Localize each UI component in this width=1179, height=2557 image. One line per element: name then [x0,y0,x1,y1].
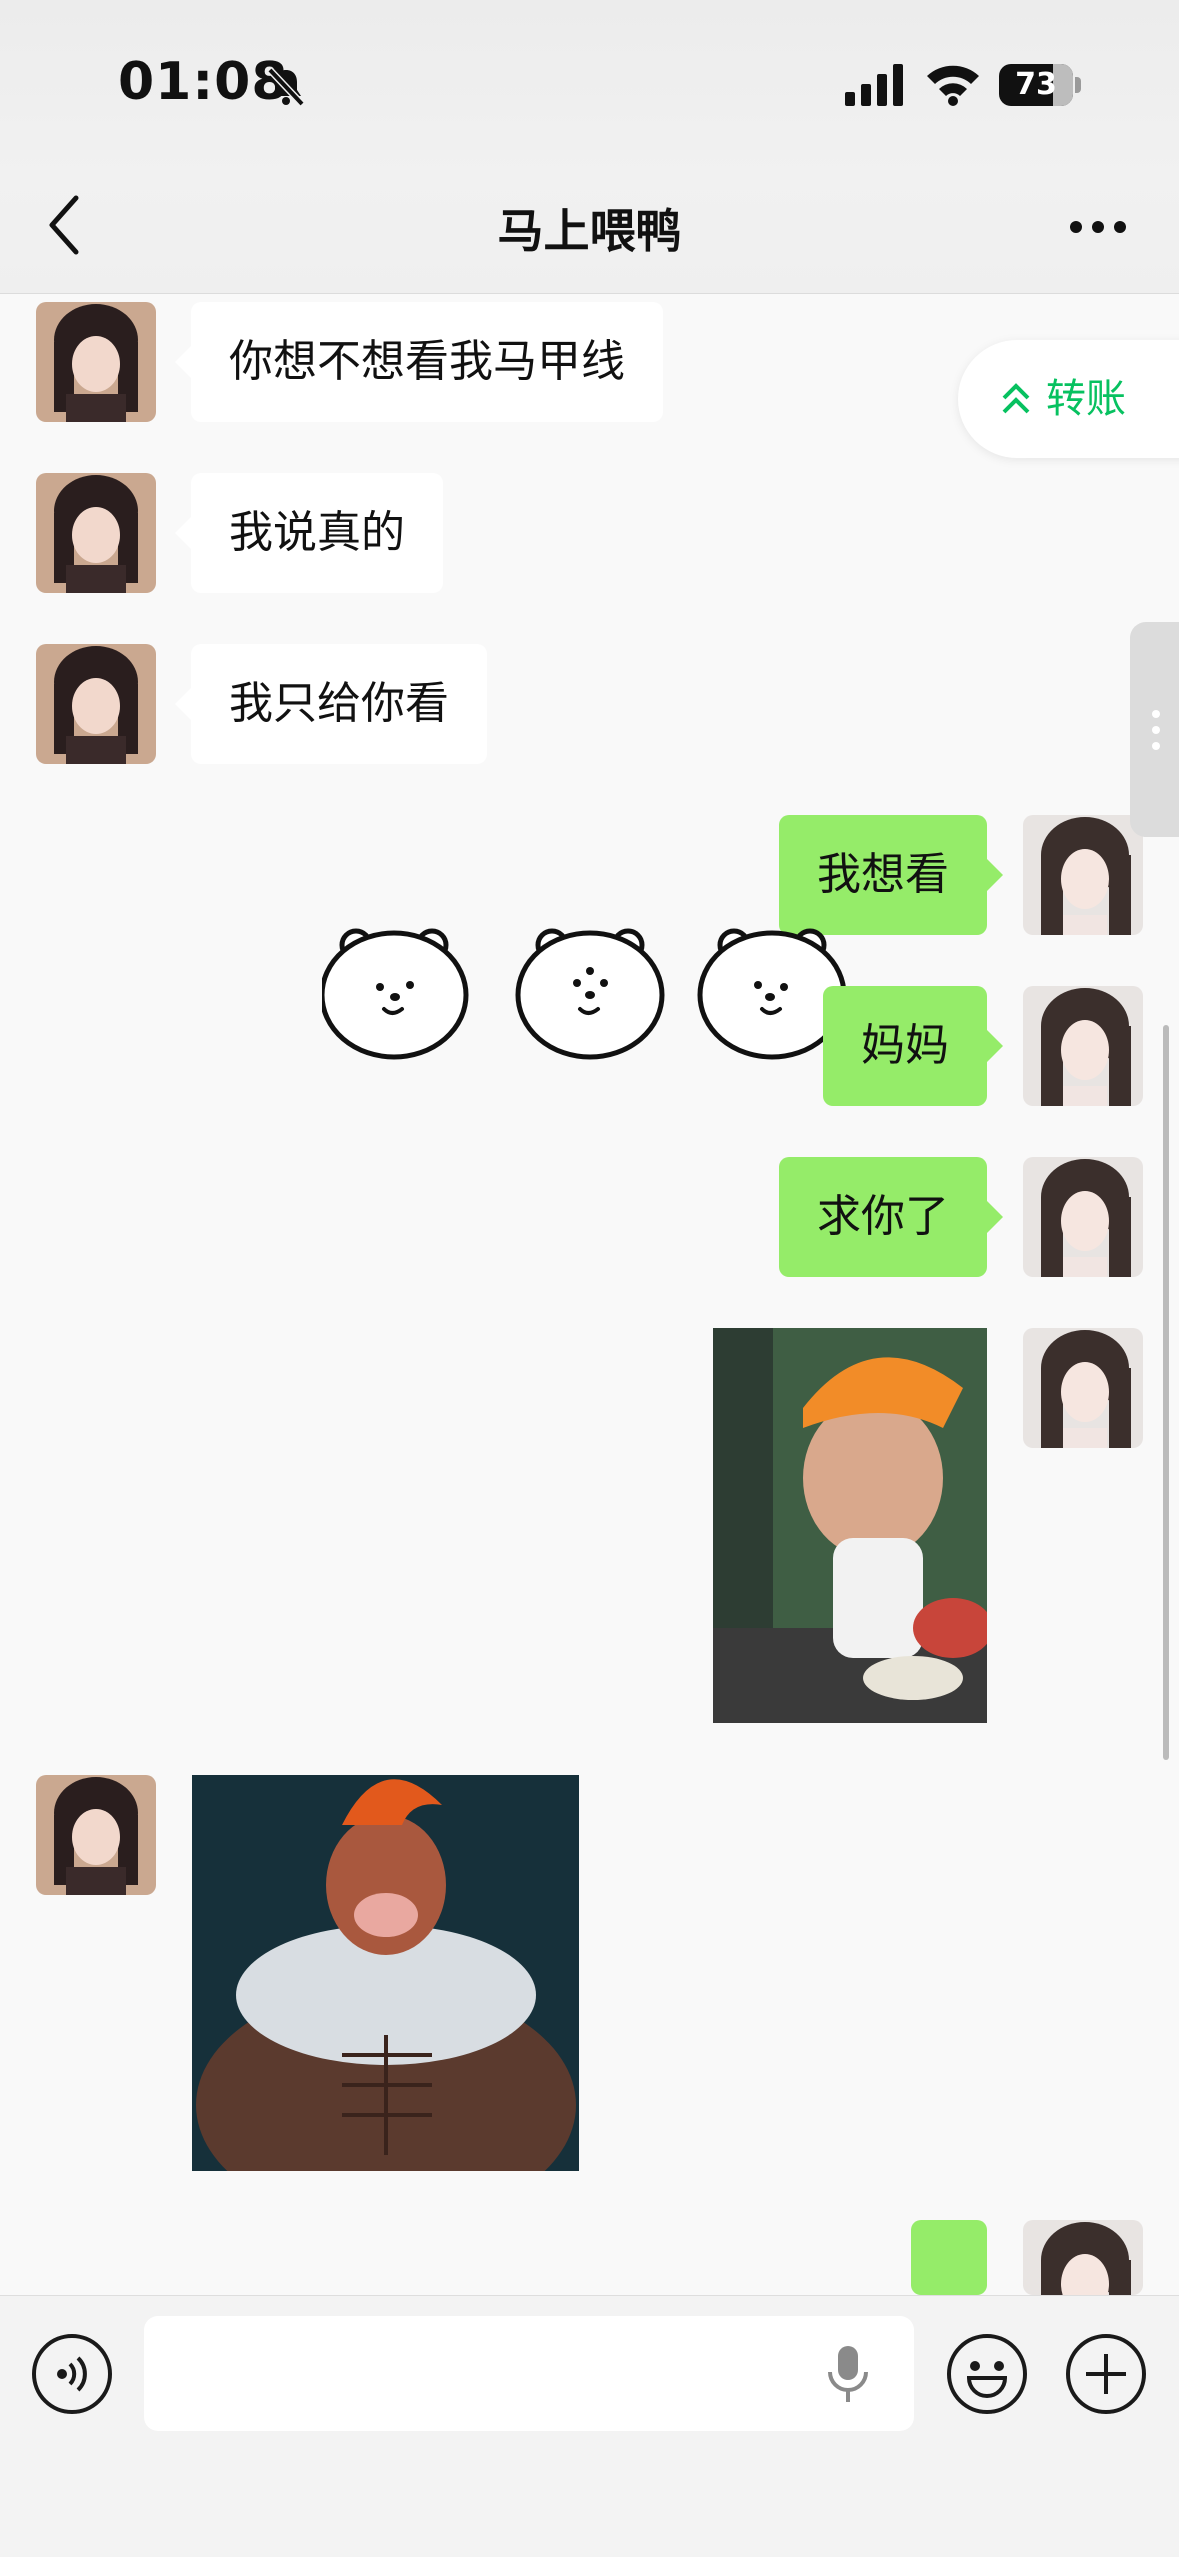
contact-avatar[interactable] [36,473,156,593]
vertical-dots-icon [1152,710,1160,750]
outgoing-message[interactable]: 求你了 [779,1157,1003,1277]
my-avatar[interactable] [1023,815,1143,935]
sticker-image[interactable] [713,1328,987,1723]
my-avatar[interactable] [1023,1157,1143,1277]
my-avatar[interactable] [1023,1328,1143,1448]
side-drawer-handle[interactable] [1130,622,1179,837]
wifi-icon [927,65,979,106]
bear-sticker-icon [322,928,847,1060]
sticker-image[interactable] [192,1775,579,2171]
double-chevron-up-icon [1002,383,1030,414]
voice-icon[interactable] [32,2334,112,2414]
outgoing-message[interactable]: 妈妈 [823,986,1003,1106]
bell-slash-icon [267,67,305,107]
message-input[interactable] [144,2316,914,2431]
microphone-icon[interactable] [826,2344,870,2404]
contact-avatar[interactable] [36,644,156,764]
battery-cap [1075,77,1081,93]
plus-icon[interactable] [1066,2334,1146,2414]
scrollbar[interactable] [1163,1025,1169,1760]
outgoing-message[interactable]: 我想看 [779,815,1003,935]
my-avatar[interactable] [1023,986,1143,1106]
my-avatar[interactable] [1023,2220,1143,2295]
incoming-message[interactable]: 你想不想看我马甲线 [175,302,663,422]
incoming-message[interactable]: 我说真的 [175,473,443,593]
chat-title: 马上喂鸭 [497,204,682,258]
transfer-button[interactable]: 转账 [958,340,1179,458]
battery-indicator: 73 [999,64,1073,106]
contact-avatar[interactable] [36,302,156,422]
emoji-icon[interactable] [947,2334,1027,2414]
signal-icon [845,64,903,106]
outgoing-message[interactable] [911,2220,987,2295]
contact-avatar[interactable] [36,1775,156,1895]
incoming-message[interactable]: 我只给你看 [175,644,487,764]
status-time: 01:08 [118,52,289,112]
ellipsis-icon[interactable] [1070,220,1126,234]
transfer-label: 转账 [1046,376,1126,422]
